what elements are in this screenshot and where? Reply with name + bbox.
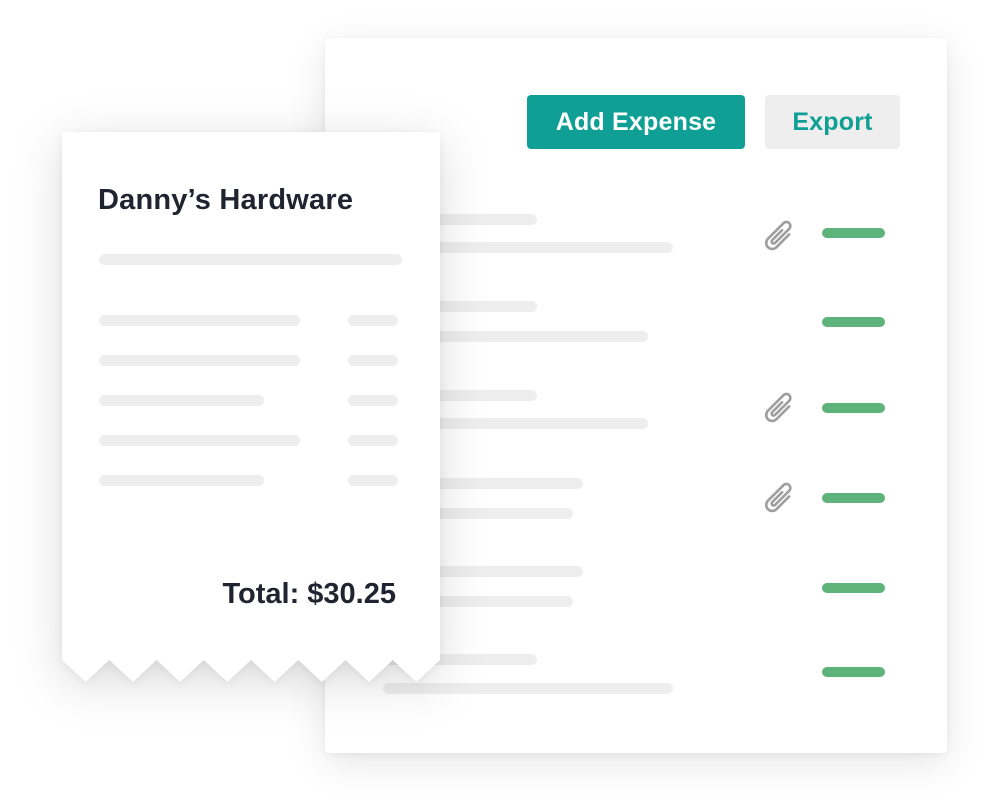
receipt-header-line xyxy=(99,254,402,265)
line-item-amount xyxy=(348,475,398,486)
line-item-amount xyxy=(348,315,398,326)
receipt: Danny’s Hardware Total: $30.25 xyxy=(62,132,440,682)
line-item-amount xyxy=(348,435,398,446)
status-indicator xyxy=(822,493,885,503)
status-indicator xyxy=(822,583,885,593)
export-button[interactable]: Export xyxy=(765,95,900,149)
line-item-description xyxy=(99,475,264,486)
line-item-amount xyxy=(348,355,398,366)
row-subtitle-placeholder xyxy=(383,683,673,694)
line-item-description xyxy=(99,435,300,446)
add-expense-button[interactable]: Add Expense xyxy=(527,95,745,149)
line-item-amount xyxy=(348,395,398,406)
paperclip-icon[interactable] xyxy=(758,388,802,432)
status-indicator xyxy=(822,317,885,327)
illustration: Add Expense Export Danny’s Hardware Tota… xyxy=(0,0,1000,800)
status-indicator xyxy=(822,228,885,238)
status-indicator xyxy=(822,667,885,677)
paperclip-icon[interactable] xyxy=(758,478,802,522)
line-item-description xyxy=(99,315,300,326)
receipt-total: Total: $30.25 xyxy=(222,578,396,610)
status-indicator xyxy=(822,403,885,413)
line-item-description xyxy=(99,395,264,406)
paperclip-icon[interactable] xyxy=(758,216,802,260)
merchant-name: Danny’s Hardware xyxy=(98,184,354,216)
line-item-description xyxy=(99,355,300,366)
